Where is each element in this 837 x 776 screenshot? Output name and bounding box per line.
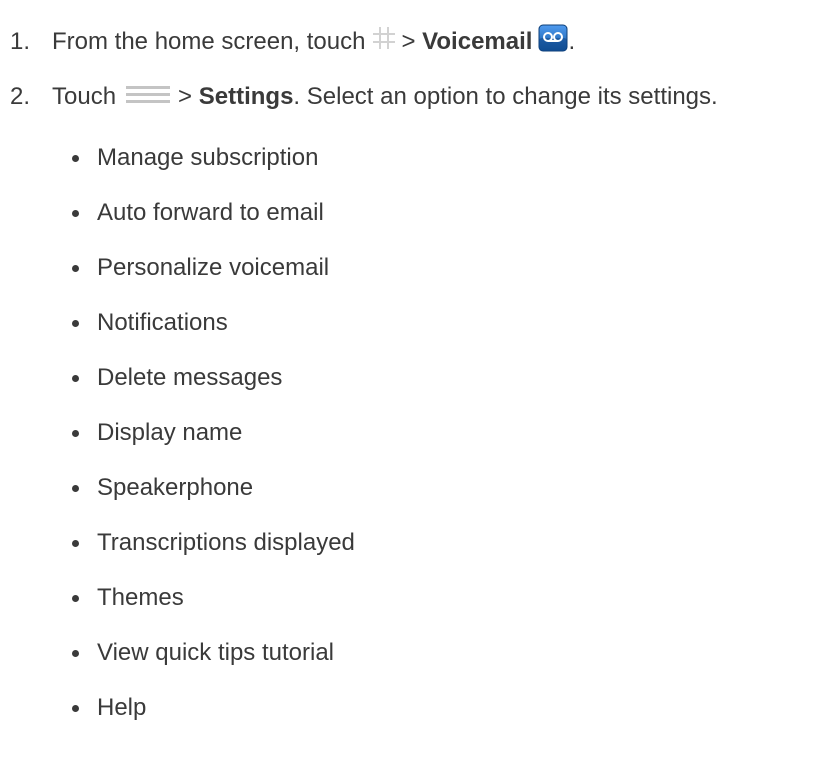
step-suffix: . Select an option to change its setting… [293,83,718,110]
bullet-icon [72,429,79,437]
step-number: 1. [10,28,31,55]
bullet-icon [72,539,79,547]
list-item: Notifications [70,308,228,338]
list-item: Speakerphone [70,473,253,503]
menu-icon [126,82,171,112]
list-item: View quick tips tutorial [70,638,334,668]
bullet-icon [72,154,79,162]
bullet-icon [72,264,79,272]
step-suffix: . [568,28,576,55]
list-item: Manage subscription [70,143,318,173]
bullet-icon [72,209,79,217]
list-item: Auto forward to email [70,198,324,228]
voicemail-label: Voicemail [422,28,533,55]
option-label: View quick tips tutorial [97,639,334,666]
option-label: Notifications [97,309,228,336]
list-item: Help [70,693,146,723]
option-label: Speakerphone [97,474,254,501]
option-label: Manage subscription [97,144,319,171]
step-text: From the home screen, touch [52,28,366,55]
list-item: Themes [70,583,184,613]
bullet-icon [72,319,79,327]
bullet-icon [72,374,79,382]
voicemail-app-icon [538,24,568,60]
list-item: Transcriptions displayed [70,528,355,558]
option-label: Themes [97,584,184,611]
option-label: Personalize voicemail [97,254,330,281]
bullet-icon [72,484,79,492]
separator: > [178,83,193,110]
step-text: Touch [52,83,117,110]
apps-grid-icon [371,25,397,59]
option-label: Delete messages [97,364,283,391]
settings-label: Settings [198,83,294,110]
step-number: 2. [10,83,31,110]
option-label: Auto forward to email [97,199,324,226]
option-label: Help [97,694,147,721]
step-2: 2. Touch > Settings . Select an option t… [0,82,718,112]
list-item: Personalize voicemail [70,253,329,283]
option-label: Display name [97,419,243,446]
bullet-icon [72,649,79,657]
bullet-icon [72,704,79,712]
bullet-icon [72,594,79,602]
list-item: Delete messages [70,363,282,393]
option-label: Transcriptions displayed [97,529,355,556]
separator: > [401,28,416,55]
list-item: Display name [70,418,242,448]
step-1: 1. From the home screen, touch > Voicema… [0,24,575,60]
